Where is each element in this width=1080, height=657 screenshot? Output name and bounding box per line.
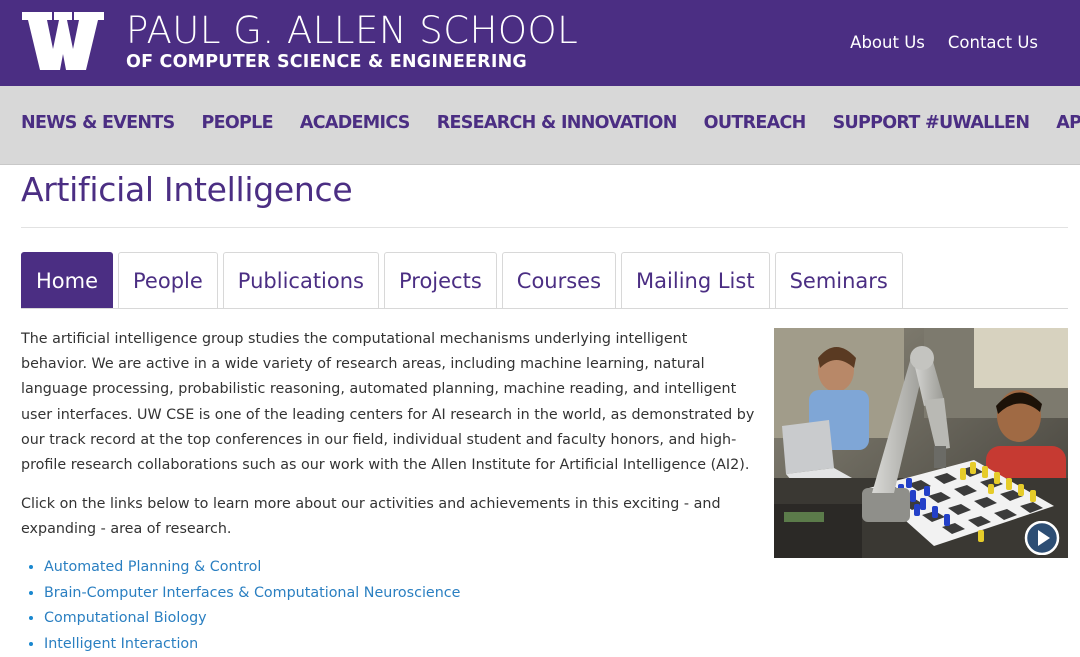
school-name[interactable]: PAUL G. ALLEN SCHOOL [126, 10, 578, 52]
nav-item-apply: APPLY! [1056, 113, 1080, 133]
nav-item-research: RESEARCH & INNOVATION [437, 113, 677, 133]
nav-link-outreach[interactable]: OUTREACH [704, 113, 806, 133]
list-item: Computational Biology [44, 606, 460, 632]
main-nav: NEWS & EVENTS PEOPLE ACADEMICS RESEARCH … [0, 86, 1080, 165]
tab-publications[interactable]: Publications [223, 252, 379, 308]
nav-link-news-events[interactable]: NEWS & EVENTS [21, 113, 175, 133]
nav-link-support[interactable]: SUPPORT #UWALLEN [833, 113, 1030, 133]
research-link-planning[interactable]: Automated Planning & Control [44, 559, 261, 575]
tab-mailing-list[interactable]: Mailing List [621, 252, 770, 308]
nav-link-apply[interactable]: APPLY! [1056, 113, 1080, 133]
list-item: Brain-Computer Interfaces & Computationa… [44, 581, 460, 607]
research-link-interaction[interactable]: Intelligent Interaction [44, 636, 198, 652]
main-nav-list: NEWS & EVENTS PEOPLE ACADEMICS RESEARCH … [21, 113, 1080, 133]
school-subtitle[interactable]: OF COMPUTER SCIENCE & ENGINEERING [126, 52, 527, 72]
research-link-bci[interactable]: Brain-Computer Interfaces & Computationa… [44, 585, 460, 601]
nav-item-people: PEOPLE [202, 113, 273, 133]
nav-link-research[interactable]: RESEARCH & INNOVATION [437, 113, 677, 133]
nav-link-academics[interactable]: ACADEMICS [300, 113, 410, 133]
utility-links: About Us Contact Us [850, 33, 1038, 52]
tab-projects[interactable]: Projects [384, 252, 497, 308]
list-item: Automated Planning & Control [44, 555, 460, 581]
contact-us-link[interactable]: Contact Us [948, 33, 1038, 52]
research-link-comp-bio[interactable]: Computational Biology [44, 610, 207, 626]
tab-courses[interactable]: Courses [502, 252, 616, 308]
tab-people[interactable]: People [118, 252, 218, 308]
title-divider [21, 227, 1068, 228]
nav-item-outreach: OUTREACH [704, 113, 806, 133]
page-title: Artificial Intelligence [21, 170, 352, 209]
tab-home[interactable]: Home [21, 252, 113, 308]
uw-w-logo[interactable] [22, 12, 104, 72]
nav-item-news-events: NEWS & EVENTS [21, 113, 175, 133]
nav-link-people[interactable]: PEOPLE [202, 113, 273, 133]
list-item: Intelligent Interaction [44, 632, 460, 657]
nav-item-support: SUPPORT #UWALLEN [833, 113, 1030, 133]
section-tabs: Home People Publications Projects Course… [21, 252, 908, 309]
site-header: PAUL G. ALLEN SCHOOL OF COMPUTER SCIENCE… [0, 0, 1080, 86]
research-areas-list: Automated Planning & Control Brain-Compu… [21, 555, 460, 657]
intro-paragraph: The artificial intelligence group studie… [21, 327, 756, 478]
tab-seminars[interactable]: Seminars [775, 252, 903, 308]
play-icon[interactable] [1024, 521, 1060, 555]
tabs-divider [21, 308, 1068, 309]
links-intro-paragraph: Click on the links below to learn more a… [21, 492, 721, 542]
about-us-link[interactable]: About Us [850, 33, 925, 52]
nav-item-academics: ACADEMICS [300, 113, 410, 133]
